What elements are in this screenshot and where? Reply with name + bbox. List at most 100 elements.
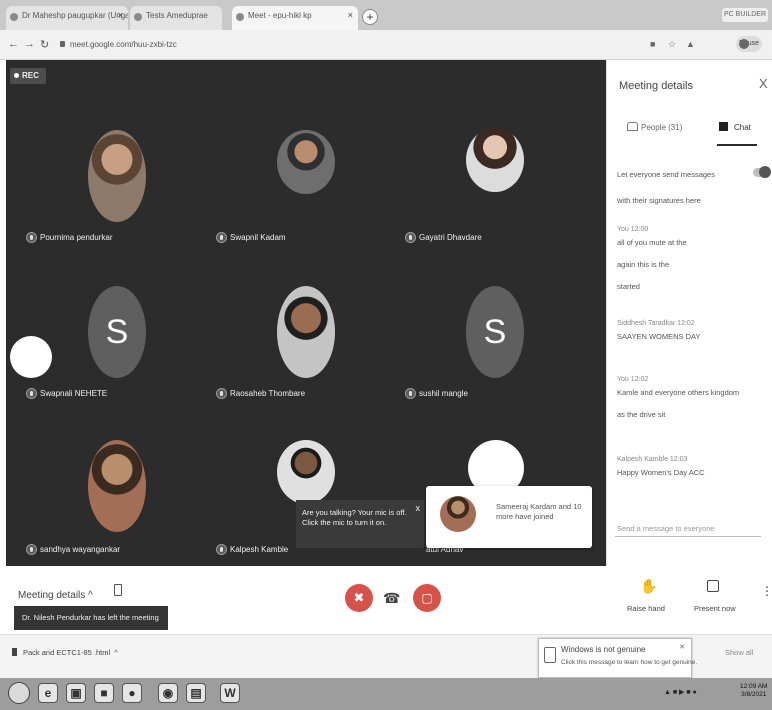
internet-explorer-icon[interactable]: e (38, 683, 58, 703)
camera-toggle-button[interactable]: ▢ (413, 584, 441, 612)
joined-toast-text: Sameeraj Kardam and 10 more have joined (496, 502, 582, 521)
meeting-details-button[interactable]: Meeting details ^ (18, 590, 93, 601)
chat-message-author: Kalpesh Kamble 12:03 (617, 456, 688, 463)
mic-off-tooltip[interactable]: Are you talking? Your mic is off. Click … (296, 500, 424, 548)
tab-chat-label: Chat (734, 123, 751, 132)
download-item[interactable]: Pack and ECTC1-85 .html ^ (12, 648, 118, 657)
tab-label: Dr Maheshp paugupkar (Ungaud) (22, 11, 128, 20)
windows-activation-notice[interactable]: Windows is not genuine Click this messag… (538, 638, 697, 678)
leave-call-button[interactable]: ☎ (383, 590, 400, 607)
participants-joined-toast[interactable]: Sameeraj Kardam and 10 more have joined (426, 486, 592, 548)
reload-icon[interactable]: ↻ (40, 38, 49, 51)
participant-avatar (88, 440, 146, 532)
mic-muted-icon (26, 544, 37, 555)
chat-message-text: Happy Women's Day ACC (617, 468, 705, 477)
meeting-details-panel: Meeting details X People (31) Chat Let e… (606, 60, 772, 566)
mic-muted-icon (405, 232, 416, 243)
chat-message-text: again this is the (617, 260, 670, 269)
close-icon[interactable]: x (416, 502, 421, 514)
document-icon[interactable] (114, 584, 122, 596)
close-panel-button[interactable]: X (759, 76, 768, 91)
mic-muted-icon (26, 232, 37, 243)
camera-indicator-icon[interactable]: ■ (650, 39, 655, 49)
chrome-icon[interactable]: ◉ (158, 683, 178, 703)
chat-message-text: with their signatures here (617, 196, 701, 205)
taskbar-app-icon[interactable]: ■ (94, 683, 114, 703)
browser-tab-active[interactable]: Meet - epu-hikl kp × (232, 6, 358, 30)
tab-chat[interactable]: Chat (719, 122, 751, 132)
lock-icon (60, 41, 65, 47)
close-tab-icon[interactable]: × (118, 10, 123, 20)
clock-time: 12:09 AM (740, 683, 768, 690)
extension-icon[interactable]: ▲ (686, 39, 695, 49)
profile-avatar[interactable]: Pause (736, 36, 762, 52)
browser-tab[interactable]: Tests Ameduprae (130, 6, 222, 30)
mic-muted-icon (216, 388, 227, 399)
present-icon[interactable] (707, 580, 719, 592)
cursor-highlight (10, 336, 52, 378)
participant-name: sandhya wayangankar (40, 545, 121, 554)
system-clock[interactable]: 12:09 AM 3/8/2021 (740, 683, 767, 700)
chat-message-author: You 12:00 (617, 226, 649, 233)
system-tray-icons[interactable]: ▲ ■ ▶ ■ ● (664, 688, 697, 696)
recording-badge: REC (10, 68, 46, 84)
present-now-button[interactable]: Present now (694, 604, 736, 613)
notice-subtitle: Click this message to learn how to get g… (561, 659, 698, 666)
participant-avatar (277, 440, 335, 504)
participant-name: sushil mangle (419, 389, 468, 398)
raise-hand-icon[interactable]: ✋ (640, 578, 657, 595)
windows-taskbar (0, 678, 772, 710)
key-icon (544, 647, 556, 663)
close-icon[interactable]: ✕ (679, 643, 685, 651)
more-options-icon[interactable]: ⋮ (761, 584, 772, 598)
recording-label: REC (22, 71, 39, 80)
taskbar-app-icon[interactable]: ▤ (186, 683, 206, 703)
file-explorer-icon[interactable]: ▣ (66, 683, 86, 703)
media-player-icon[interactable]: ● (122, 683, 142, 703)
word-icon[interactable]: W (220, 683, 240, 703)
chat-setting-label: Let everyone send messages (617, 170, 715, 179)
tab-favicon-icon (134, 13, 142, 21)
raise-hand-button[interactable]: Raise hand (627, 604, 665, 613)
back-arrow-icon[interactable]: ← (8, 38, 19, 50)
start-button-icon[interactable] (8, 682, 30, 704)
mic-muted-icon (216, 232, 227, 243)
notice-title: Windows is not genuine (561, 645, 646, 654)
mic-muted-icon (405, 388, 416, 399)
tab-favicon-icon (10, 13, 18, 21)
file-icon (12, 648, 17, 656)
show-all-downloads[interactable]: Show all (725, 648, 753, 657)
new-tab-button[interactable]: + (362, 9, 378, 25)
participant-name: Swapnali NEHETE (40, 389, 108, 398)
chevron-up-icon: ^ (88, 590, 93, 601)
forward-arrow-icon[interactable]: → (24, 38, 35, 50)
meeting-details-label: Meeting details (18, 590, 86, 601)
chat-message-text: as the drive sit (617, 410, 666, 419)
url-field[interactable]: meet.google.com/huu-zxbi-tzc (60, 37, 700, 53)
tab-people-label: People (31) (641, 123, 683, 132)
clock-date: 3/8/2021 (741, 691, 767, 699)
tab-favicon-icon (236, 13, 244, 21)
people-icon (627, 122, 638, 131)
participant-avatar (88, 130, 146, 222)
chat-message-author: Siddhesh Taradkar 12:02 (617, 320, 695, 327)
browser-tab[interactable]: Dr Maheshp paugupkar (Ungaud) × (6, 6, 128, 30)
active-tab-indicator (717, 144, 757, 146)
joined-participant-avatar (440, 496, 476, 532)
participant-avatar (466, 128, 524, 192)
participant-avatar (277, 130, 335, 194)
chat-permission-toggle[interactable] (753, 166, 771, 178)
tab-people[interactable]: People (31) (627, 122, 682, 132)
chevron-up-icon[interactable]: ^ (114, 648, 118, 657)
mic-toggle-button[interactable]: ✖ (345, 584, 373, 612)
close-tab-icon[interactable]: × (348, 10, 353, 20)
participant-name: Swapnil Kadam (230, 233, 286, 242)
chat-icon (719, 122, 728, 131)
address-bar-row: ← → ↻ meet.google.com/huu-zxbi-tzc ■ ☆ ▲ (0, 30, 772, 60)
participant-letter-avatar: S (88, 286, 146, 378)
participant-avatar (277, 286, 335, 378)
star-icon[interactable]: ☆ (668, 39, 676, 50)
download-filename: Pack and ECTC1-85 .html (23, 648, 111, 657)
chat-message-author: You 12:02 (617, 376, 649, 383)
chat-input[interactable]: Send a message to everyone (617, 524, 715, 533)
